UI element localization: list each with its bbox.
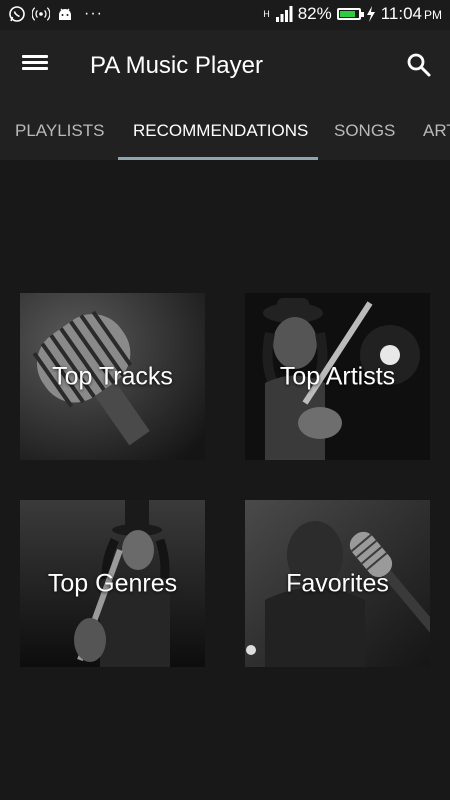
tile-top-artists[interactable]: Top Artists <box>245 293 430 460</box>
status-right-icons: H 82% 11:04 PM <box>263 4 442 24</box>
charging-icon <box>366 5 376 23</box>
whatsapp-icon <box>8 5 26 23</box>
tab-bar: PLAYLISTS RECOMMENDATIONS SONGS ARTISTS <box>0 102 450 160</box>
tile-favorites[interactable]: Favorites <box>245 500 430 667</box>
android-icon <box>56 5 74 23</box>
tab-recommendations[interactable]: RECOMMENDATIONS <box>133 102 308 160</box>
tile-label: Top Tracks <box>52 362 173 390</box>
hamburger-menu-icon[interactable] <box>22 52 48 78</box>
tile-label: Top Artists <box>279 362 396 390</box>
status-left-icons: ··· <box>8 5 103 23</box>
clock-time: 11:04 <box>380 4 422 23</box>
tile-label: Favorites <box>286 569 389 597</box>
clock-ampm: PM <box>424 8 442 22</box>
tab-artists[interactable]: ARTISTS <box>423 102 450 160</box>
search-icon[interactable] <box>406 52 432 78</box>
battery-icon <box>336 8 364 20</box>
tile-top-genres[interactable]: Top Genres <box>20 500 205 667</box>
tile-top-tracks[interactable]: Top Tracks <box>20 293 205 460</box>
app-bar: PA Music Player <box>0 30 450 102</box>
more-notifications-icon: ··· <box>84 5 103 22</box>
battery-level-fill <box>339 11 355 17</box>
status-bar: ··· H 82% 11:04 PM <box>0 0 450 30</box>
tab-songs[interactable]: SONGS <box>334 102 395 160</box>
hotspot-icon <box>32 5 50 23</box>
battery-percent: 82% <box>297 4 332 23</box>
signal-icon <box>275 5 293 23</box>
network-type-label: H <box>263 8 270 19</box>
app-title: PA Music Player <box>90 52 263 79</box>
tile-label: Top Genres <box>47 569 178 597</box>
clock: 11:04 PM <box>381 4 442 24</box>
tab-playlists[interactable]: PLAYLISTS <box>15 102 104 160</box>
active-tab-indicator <box>118 157 318 160</box>
